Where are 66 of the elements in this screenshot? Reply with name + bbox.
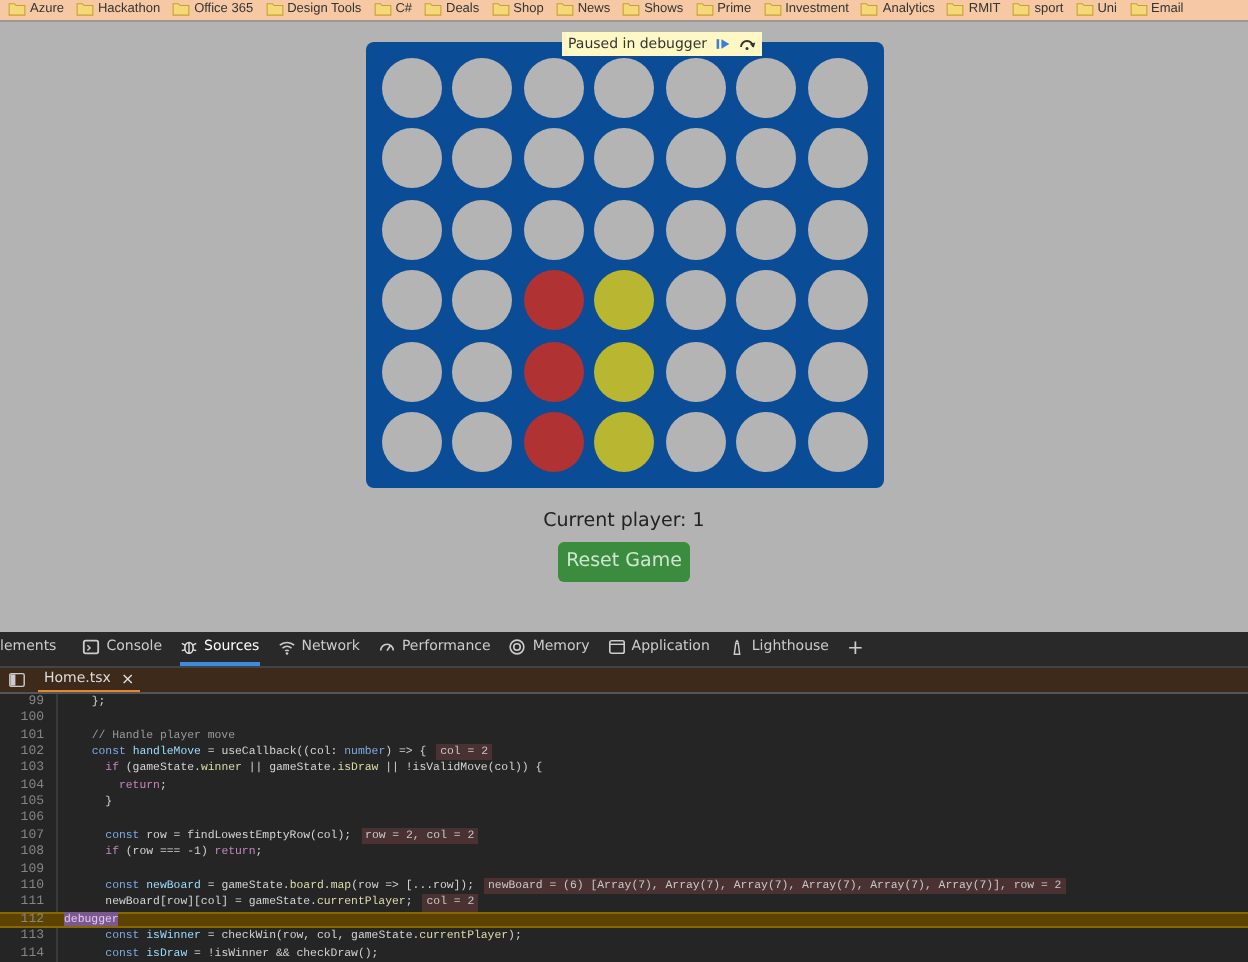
folder-icon <box>1012 2 1031 17</box>
board-slot[interactable] <box>807 341 867 402</box>
board-slot[interactable] <box>665 57 725 118</box>
board-slot[interactable] <box>807 199 867 260</box>
board-slot[interactable] <box>594 412 654 473</box>
sidebar-toggle-icon[interactable] <box>8 671 26 688</box>
board-slot[interactable] <box>381 341 441 402</box>
board-slot[interactable] <box>594 270 654 331</box>
folder-icon <box>763 2 782 17</box>
memory-icon <box>508 637 527 656</box>
board-slot[interactable] <box>381 412 441 473</box>
folder-icon <box>172 2 191 17</box>
console-icon <box>82 637 101 656</box>
board-slot[interactable] <box>452 270 512 331</box>
board-slot[interactable] <box>452 341 512 402</box>
resume-icon[interactable] <box>713 35 732 52</box>
board-slot[interactable] <box>665 199 725 260</box>
board-slot[interactable] <box>523 199 583 260</box>
folder-icon <box>1075 2 1094 17</box>
board-slot[interactable] <box>736 270 796 331</box>
board-slot[interactable] <box>665 341 725 402</box>
board-slot[interactable] <box>736 57 796 118</box>
board-slot[interactable] <box>594 57 654 118</box>
folder-icon <box>946 2 965 17</box>
folder-icon <box>1129 2 1147 17</box>
board-slot[interactable] <box>594 341 654 402</box>
board-slot[interactable] <box>381 270 441 331</box>
board-slot[interactable] <box>665 128 725 189</box>
board-slot[interactable] <box>594 128 654 189</box>
board-slot[interactable] <box>523 57 583 118</box>
board-slot[interactable] <box>736 128 796 189</box>
board-slot[interactable] <box>523 128 583 189</box>
folder-icon <box>860 2 879 17</box>
folder-icon <box>265 2 284 17</box>
add-tab-button[interactable]: + <box>847 631 864 666</box>
board-slot[interactable] <box>807 412 867 473</box>
board-slot[interactable] <box>594 199 654 260</box>
board-slot[interactable] <box>736 412 796 473</box>
folder-icon <box>695 2 714 17</box>
board-slot[interactable] <box>452 412 512 473</box>
board-slot[interactable] <box>452 57 512 118</box>
folder-icon <box>373 2 392 17</box>
board-slot[interactable] <box>381 199 441 260</box>
folder-icon <box>75 2 94 17</box>
step-over-icon[interactable] <box>737 35 756 52</box>
board-slot[interactable] <box>807 128 867 189</box>
board-slot[interactable] <box>381 128 441 189</box>
bug-icon <box>180 637 199 656</box>
board-slot[interactable] <box>807 270 867 331</box>
board-slot[interactable] <box>665 270 725 331</box>
board-slot[interactable] <box>807 57 867 118</box>
board-slot[interactable] <box>452 128 512 189</box>
current-player-text: Current player: 1 <box>543 509 705 532</box>
folder-icon <box>8 2 26 17</box>
folder-icon <box>622 2 641 17</box>
close-icon[interactable]: × <box>120 669 135 688</box>
wifi-icon <box>277 637 296 656</box>
folder-icon <box>424 2 442 17</box>
board-slot[interactable] <box>452 199 512 260</box>
folder-icon <box>491 2 510 17</box>
board-slot[interactable] <box>736 199 796 260</box>
board-slot[interactable] <box>665 412 725 473</box>
board-slot[interactable] <box>381 57 441 118</box>
board-slot[interactable] <box>736 341 796 402</box>
folder-icon <box>555 2 574 17</box>
window-icon <box>607 637 626 656</box>
